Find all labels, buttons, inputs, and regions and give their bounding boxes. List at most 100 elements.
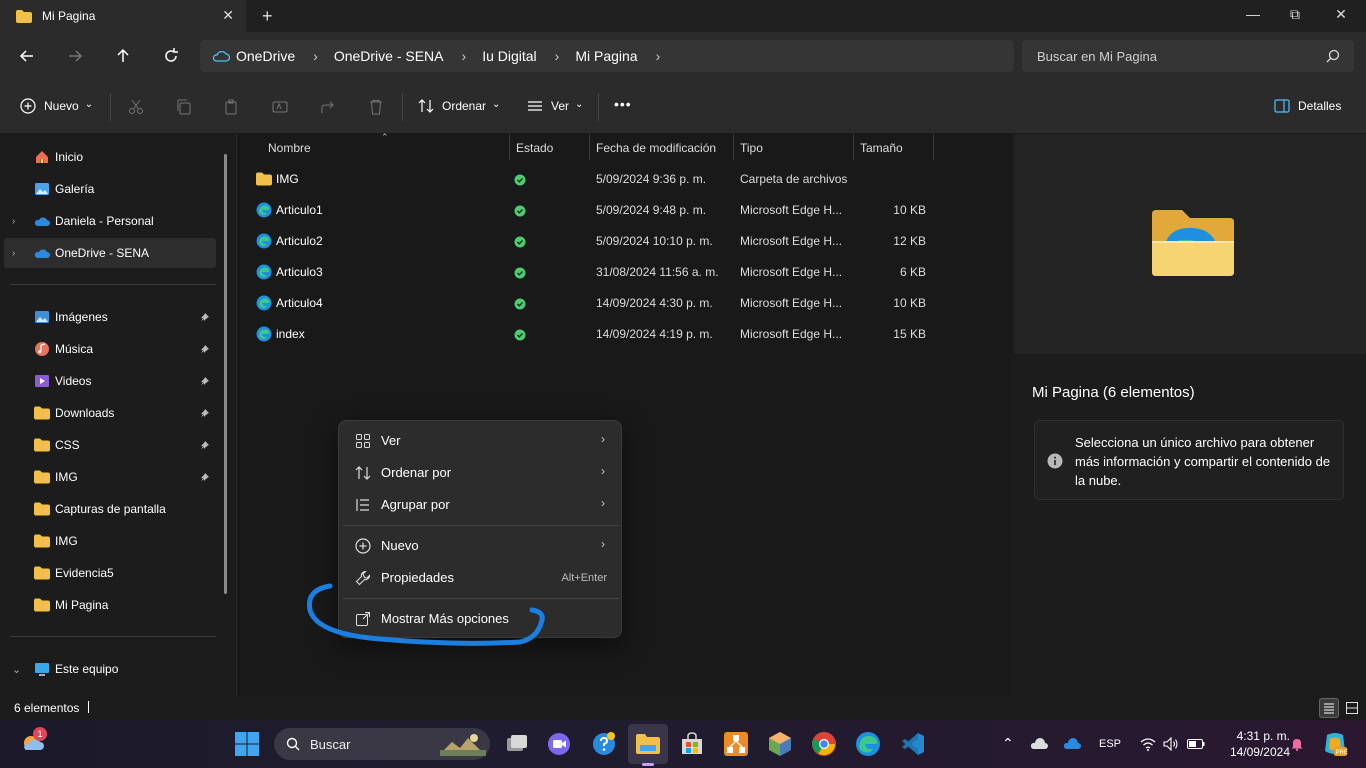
- tiles-view-button[interactable]: [1342, 698, 1362, 718]
- more-options-button[interactable]: •••: [614, 96, 632, 112]
- pin-icon[interactable]: [200, 376, 210, 386]
- search-input[interactable]: Buscar en Mi Pagina: [1022, 40, 1354, 72]
- copy-icon[interactable]: [176, 99, 192, 115]
- column-divider[interactable]: [509, 134, 510, 160]
- pin-icon[interactable]: [200, 440, 210, 450]
- sidebar-scrollbar[interactable]: [224, 154, 227, 594]
- column-header-state[interactable]: Estado: [516, 141, 553, 155]
- wifi-icon[interactable]: [1140, 737, 1156, 751]
- volume-icon[interactable]: [1163, 737, 1179, 751]
- file-row[interactable]: Articulo3 31/08/2024 11:56 a. m. Microso…: [237, 257, 1012, 288]
- sidebar-item-mi-pagina[interactable]: Mi Pagina: [0, 590, 216, 620]
- chevron-right-icon[interactable]: ›: [12, 216, 15, 227]
- pin-icon[interactable]: [200, 408, 210, 418]
- column-header-name[interactable]: Nombre: [268, 141, 311, 155]
- pin-icon[interactable]: [200, 344, 210, 354]
- share-icon[interactable]: [320, 99, 336, 115]
- up-arrow-icon[interactable]: [113, 46, 133, 66]
- pin-icon[interactable]: [200, 312, 210, 322]
- sidebar-item-este-equipo[interactable]: ⌄ Este equipo: [0, 654, 216, 684]
- delete-icon[interactable]: [368, 99, 384, 115]
- column-divider[interactable]: [933, 134, 934, 160]
- view-button[interactable]: Ver ⌄: [527, 98, 583, 114]
- menu-item-propiedades[interactable]: Propiedades Alt+Enter: [343, 562, 619, 594]
- maximize-button[interactable]: ⧉: [1280, 6, 1310, 23]
- chevron-right-icon[interactable]: ›: [12, 248, 15, 259]
- rename-icon[interactable]: [272, 99, 288, 115]
- menu-item-ver[interactable]: Ver ›: [343, 425, 619, 457]
- tray-overflow-icon[interactable]: ⌃: [1002, 735, 1014, 752]
- chevron-down-icon[interactable]: ⌄: [12, 663, 21, 676]
- close-tab-icon[interactable]: ✕: [222, 7, 234, 24]
- menu-item-agrupar-por[interactable]: Agrupar por ›: [343, 489, 619, 521]
- refresh-icon[interactable]: [161, 46, 181, 66]
- file-row[interactable]: Articulo4 14/09/2024 4:30 p. m. Microsof…: [237, 288, 1012, 319]
- taskbar-search[interactable]: Buscar: [274, 728, 490, 760]
- column-divider[interactable]: [733, 134, 734, 160]
- file-row[interactable]: Articulo1 5/09/2024 9:48 p. m. Microsoft…: [237, 195, 1012, 226]
- close-window-button[interactable]: ✕: [1326, 6, 1356, 23]
- details-pane-button[interactable]: Detalles: [1274, 98, 1341, 114]
- forward-arrow-icon[interactable]: [65, 46, 85, 66]
- input-language[interactable]: ESP: [1099, 738, 1121, 750]
- sidebar-item-imagenes[interactable]: Imágenes: [0, 302, 216, 332]
- edge-button[interactable]: [855, 731, 881, 757]
- battery-icon[interactable]: [1187, 738, 1205, 750]
- sidebar-item-onedrive-sena[interactable]: › OneDrive - SENA: [4, 238, 216, 268]
- sidebar-item-daniela-personal[interactable]: › Daniela - Personal: [0, 206, 216, 236]
- pin-icon[interactable]: [200, 472, 210, 482]
- column-header-size[interactable]: Tamaño: [860, 141, 903, 155]
- column-header-date[interactable]: Fecha de modificación: [596, 141, 716, 155]
- active-tab[interactable]: Mi Pagina ✕: [0, 0, 246, 32]
- help-button[interactable]: [591, 731, 617, 757]
- sidebar-item-img[interactable]: IMG: [0, 462, 216, 492]
- column-divider[interactable]: [589, 134, 590, 160]
- weather-widget-button[interactable]: 1: [20, 727, 47, 756]
- store-button[interactable]: [679, 731, 705, 757]
- sort-button[interactable]: Ordenar ⌄: [418, 98, 500, 114]
- menu-item-nuevo[interactable]: Nuevo ›: [343, 530, 619, 562]
- sidebar-item-evidencia5[interactable]: Evidencia5: [0, 558, 216, 588]
- column-divider[interactable]: [853, 134, 854, 160]
- sidebar-item-img-2[interactable]: IMG: [0, 526, 216, 556]
- details-view-button[interactable]: [1319, 698, 1339, 718]
- sidebar-item-capturas[interactable]: Capturas de pantalla: [0, 494, 216, 524]
- sidebar-item-galeria[interactable]: Galería: [0, 174, 216, 204]
- menu-item-ordenar-por[interactable]: Ordenar por ›: [343, 457, 619, 489]
- file-row[interactable]: IMG 5/09/2024 9:36 p. m. Carpeta de arch…: [237, 164, 1012, 195]
- file-row[interactable]: index 14/09/2024 4:19 p. m. Microsoft Ed…: [237, 319, 1012, 350]
- task-view-button[interactable]: [504, 731, 530, 757]
- breadcrumb-separator[interactable]: ›: [656, 48, 661, 64]
- menu-item-mostrar-mas-opciones[interactable]: Mostrar Más opciones: [343, 603, 619, 635]
- new-button[interactable]: Nuevo ⌄: [20, 98, 93, 114]
- breadcrumb-onedrive-sena[interactable]: OneDrive - SENA: [334, 48, 444, 64]
- new-tab-button[interactable]: +: [262, 6, 273, 27]
- start-button[interactable]: [234, 731, 260, 757]
- breadcrumb[interactable]: OneDrive › OneDrive - SENA › Iu Digital …: [200, 40, 1014, 72]
- file-row[interactable]: Articulo2 5/09/2024 10:10 p. m. Microsof…: [237, 226, 1012, 257]
- sidebar-item-css[interactable]: CSS: [0, 430, 216, 460]
- onedrive-business-tray-icon[interactable]: [1063, 738, 1081, 750]
- onedrive-personal-tray-icon[interactable]: [1030, 738, 1048, 750]
- file-explorer-taskbar-button[interactable]: [635, 731, 661, 757]
- sidebar-item-inicio[interactable]: Inicio: [0, 142, 216, 172]
- cut-icon[interactable]: [128, 99, 144, 115]
- breadcrumb-mi-pagina[interactable]: Mi Pagina: [575, 48, 637, 64]
- app-launcher-button[interactable]: [723, 731, 749, 757]
- breadcrumb-iu-digital[interactable]: Iu Digital: [482, 48, 536, 64]
- teams-chat-button[interactable]: [546, 731, 572, 757]
- notification-bell-icon[interactable]: [1290, 737, 1304, 751]
- breadcrumb-onedrive[interactable]: OneDrive: [236, 48, 295, 64]
- clock[interactable]: 4:31 p. m. 14/09/2024: [1214, 728, 1290, 760]
- copilot-icon[interactable]: PRE: [1322, 731, 1348, 757]
- back-arrow-icon[interactable]: [17, 46, 37, 66]
- minimize-button[interactable]: —: [1238, 6, 1268, 22]
- sidebar-item-musica[interactable]: Música: [0, 334, 216, 364]
- sidebar-item-videos[interactable]: Videos: [0, 366, 216, 396]
- column-header-type[interactable]: Tipo: [740, 141, 763, 155]
- chrome-button[interactable]: [811, 731, 837, 757]
- vscode-button[interactable]: [899, 731, 925, 757]
- paste-icon[interactable]: [224, 99, 240, 115]
- app-button[interactable]: [767, 731, 793, 757]
- sidebar-item-downloads[interactable]: Downloads: [0, 398, 216, 428]
